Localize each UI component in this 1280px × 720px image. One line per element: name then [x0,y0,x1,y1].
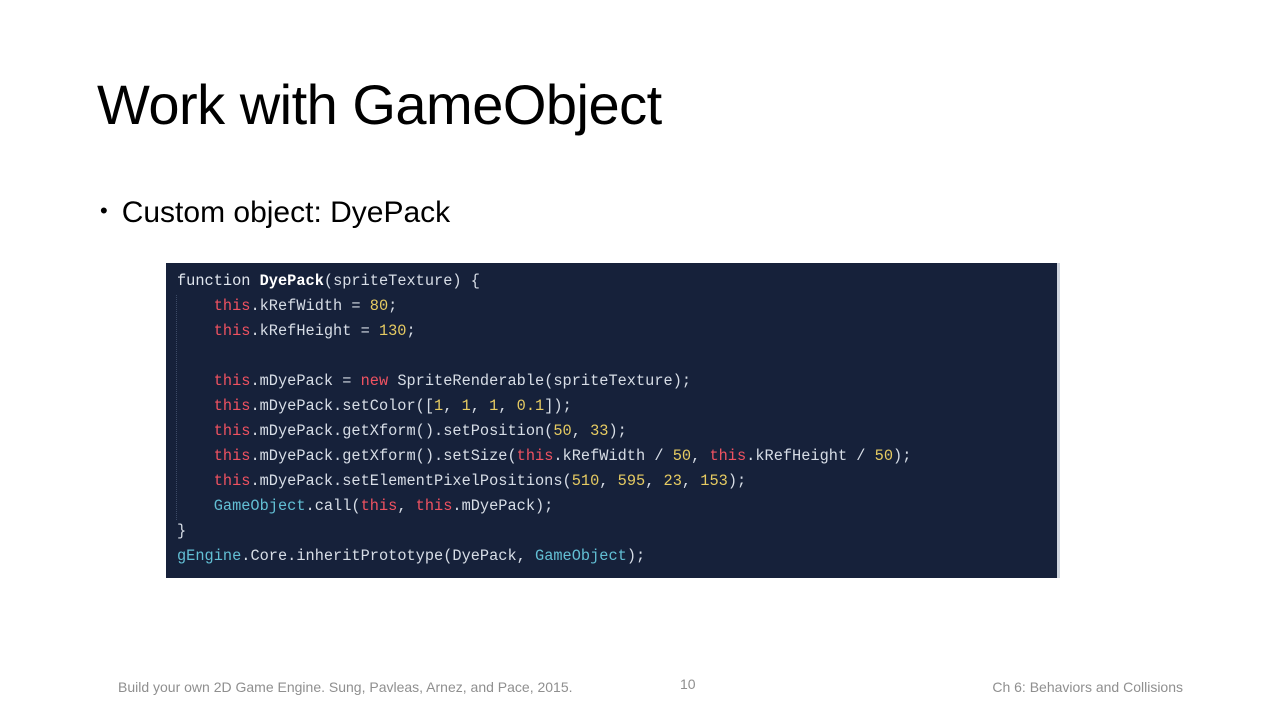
code-token: , [691,447,710,465]
code-token: 50 [874,447,894,465]
code-token: 23 [663,472,682,490]
code-token: 80 [369,297,389,315]
code-token: this [360,497,398,515]
code-token: gEngine [177,547,242,565]
code-line: gEngine.Core.inheritPrototype(DyePack, G… [177,544,911,569]
code-token: , [681,472,701,490]
code-token: , [498,397,517,415]
bullet-text: Custom object: DyePack [121,196,451,229]
code-token: GameObject [213,497,306,515]
code-line: this.kRefHeight = 130; [177,319,911,344]
code-token: 595 [617,472,646,490]
code-token: function [177,272,260,290]
code-token: this [213,397,251,415]
code-token: this [213,472,251,490]
code-token: } [177,522,187,540]
bullet-item: • Custom object: DyePack [100,196,450,230]
code-token: GameObject [535,547,627,565]
footer-citation: Build your own 2D Game Engine. Sung, Pav… [118,679,573,695]
code-token: , [645,472,664,490]
code-line: function DyePack(spriteTexture) { [177,269,911,294]
code-token: ; [406,322,416,340]
code-token: 1 [461,397,471,415]
code-line: this.mDyePack.getXform().setSize(this.kR… [177,444,912,469]
code-block: function DyePack(spriteTexture) { this.k… [166,263,1060,578]
code-token: 153 [700,472,728,490]
code-token: , [397,497,416,515]
code-token: .mDyePack.getXform().setPosition( [250,422,554,440]
code-token: , [470,397,490,415]
page-number: 10 [680,676,696,692]
code-token: new [360,372,389,390]
code-token: 1 [434,397,444,415]
footer-chapter: Ch 6: Behaviors and Collisions [992,679,1183,695]
code-token: , [443,397,462,415]
code-token: .kRefWidth / [553,447,673,465]
code-line: this.mDyePack.getXform().setPosition(50,… [177,419,911,444]
bullet-dot-icon: • [100,198,108,223]
code-token: .kRefWidth = [250,297,370,315]
code-token: .mDyePack = [250,372,361,390]
code-token: 50 [553,422,572,440]
code-token: .mDyePack.setColor([ [250,397,435,415]
code-token: this [213,372,251,390]
code-token: 33 [590,422,609,440]
code-token: (spriteTexture) { [323,272,480,290]
code-token: 50 [672,447,692,465]
code-line: GameObject.call(this, this.mDyePack); [177,494,911,519]
code-token: , [599,472,618,490]
code-token: .kRefHeight = [250,322,379,340]
code-token: .mDyePack.setElementPixelPositions( [250,472,572,490]
code-token: .kRefHeight / [746,447,875,465]
code-token: ]); [544,397,572,415]
code-token: 130 [378,322,407,340]
code-token: this [213,322,251,340]
code-line: this.kRefWidth = 80; [177,294,911,319]
code-token: .call( [305,497,361,515]
code-token: SpriteRenderable(spriteTexture); [388,372,692,390]
code-token: DyePack [259,272,324,290]
code-line: this.mDyePack.setElementPixelPositions(5… [177,469,911,494]
code-token: ); [608,422,627,440]
code-token: .mDyePack); [452,497,554,515]
code-line: this.mDyePack = new SpriteRenderable(spr… [177,369,911,394]
code-token: this [213,447,251,465]
code-token: ); [893,447,912,465]
code-token: this [709,447,747,465]
code-token: this [213,297,251,315]
code-token: .Core.inheritPrototype(DyePack, [241,547,536,565]
code-token: this [516,447,554,465]
code-token: this [213,422,251,440]
code-token: 1 [489,397,499,415]
slide-title: Work with GameObject [97,73,662,136]
code-token: 0.1 [516,397,545,415]
code-line: } [177,519,911,544]
code-token: ; [388,297,398,315]
code-token: ); [626,547,646,565]
code-lines: function DyePack(spriteTexture) { this.k… [177,269,911,569]
code-token: , [571,422,591,440]
code-token: 510 [571,472,600,490]
code-token: this [415,497,453,515]
code-token: .mDyePack.getXform().setSize( [250,447,517,465]
code-line: this.mDyePack.setColor([1, 1, 1, 0.1]); [177,394,911,419]
code-token: ); [727,472,747,490]
